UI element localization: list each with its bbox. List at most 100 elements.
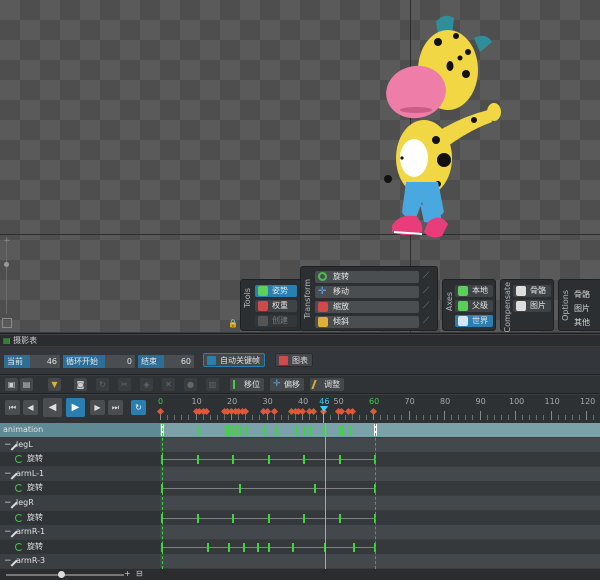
weights-tool-button[interactable]: 权重 [255, 300, 297, 312]
property-track-row[interactable]: 旋转 [0, 510, 600, 525]
rotate-field[interactable]: 旋转 [315, 271, 419, 283]
keyframe[interactable] [267, 513, 270, 523]
pose-tool-button[interactable]: 姿势 [255, 285, 297, 297]
track-name[interactable]: 旋转 [0, 481, 160, 496]
track-name[interactable]: − armR-1 [0, 525, 160, 540]
track-name[interactable]: − legL [0, 437, 160, 452]
track-lane[interactable] [160, 554, 600, 569]
keyframe[interactable] [342, 426, 345, 435]
stop-icon[interactable]: ● [184, 378, 197, 391]
keyframe[interactable] [196, 455, 199, 465]
summary-key-marker[interactable] [369, 407, 378, 416]
axes-parent-button[interactable]: 父级 [455, 300, 493, 312]
loop-start-input[interactable]: 0 [105, 355, 135, 368]
track-name[interactable]: 旋转 [0, 452, 160, 467]
shear-field[interactable]: 倾斜 [315, 316, 419, 328]
fit-view-icon[interactable] [2, 318, 12, 328]
keyframe[interactable] [232, 426, 234, 435]
create-tool-button[interactable]: 创建 [255, 315, 297, 327]
keyframe[interactable] [242, 542, 245, 552]
delete-key-icon[interactable]: ✕ [162, 378, 175, 391]
move-field[interactable]: ✛ 移动 [315, 286, 419, 298]
keyframe[interactable] [196, 513, 199, 523]
property-track-row[interactable]: 旋转 [0, 539, 600, 554]
compensate-bones-button[interactable]: 骨骼 [513, 285, 551, 297]
track-lane[interactable] [160, 510, 600, 525]
track-name[interactable]: − legR [0, 496, 160, 510]
last-frame-icon[interactable]: ⏭ [108, 400, 123, 415]
trash-icon[interactable]: ▥ [206, 378, 219, 391]
next-frame-icon[interactable]: ▶ [90, 400, 105, 415]
graph-button[interactable]: 图表 [275, 353, 313, 367]
track-name[interactable]: animation [0, 423, 160, 437]
track-name[interactable]: 旋转 [0, 510, 160, 525]
keyframe[interactable] [267, 542, 270, 552]
keyframe[interactable] [338, 513, 341, 523]
zoom-in-icon[interactable]: + [124, 569, 131, 578]
keyframe[interactable] [263, 426, 266, 435]
summary-key-marker[interactable] [156, 407, 165, 416]
keyframe[interactable] [352, 542, 355, 552]
keyframe[interactable] [349, 426, 352, 435]
keyframe[interactable] [338, 426, 341, 435]
lock-keys-icon[interactable]: ◙ [74, 378, 87, 391]
scale-field[interactable]: 缩放 [315, 301, 419, 313]
track-lane[interactable] [160, 423, 600, 437]
prev-frame-icon[interactable]: ◀ [23, 400, 38, 415]
timeline-zoom-track[interactable] [6, 574, 124, 576]
current-frame-input[interactable]: 46 [30, 355, 60, 368]
track-lane[interactable] [160, 525, 600, 540]
property-track-row[interactable]: 旋转 [0, 481, 600, 496]
bone-track-row[interactable]: − armR-3 [0, 554, 600, 569]
summary-key-marker[interactable] [309, 407, 317, 416]
keyframe[interactable] [232, 455, 234, 465]
keyframe[interactable] [303, 426, 305, 435]
paste-icon[interactable]: ◈ [140, 378, 153, 391]
keyframe[interactable] [235, 426, 238, 435]
keyframe[interactable] [239, 484, 242, 494]
keyframe[interactable] [232, 513, 234, 523]
summary-key-marker[interactable] [348, 407, 356, 416]
keyframe[interactable] [224, 426, 227, 435]
keyframe[interactable] [267, 455, 270, 465]
track-lane[interactable] [160, 452, 600, 467]
save-icon[interactable]: ▣ [5, 378, 18, 391]
keyframe[interactable] [207, 542, 210, 552]
timeline-ruler[interactable]: 0 10 20 30 40 46 50 60 70 80 90 100 110 120 [156, 395, 600, 423]
options-other-label[interactable]: 其他 [571, 316, 593, 329]
keyframe[interactable] [246, 426, 249, 435]
bone-track-row[interactable]: − armL-1 [0, 466, 600, 481]
rotate-shear-handle[interactable]: ⟋ [423, 271, 429, 281]
keyframe[interactable] [313, 484, 316, 494]
move-shear-handle[interactable]: ⟋ [423, 286, 429, 296]
bone-track-row[interactable]: − legR [0, 496, 600, 510]
bone-track-row[interactable]: − legL [0, 437, 600, 452]
summary-key-marker[interactable] [270, 407, 278, 416]
offset-button[interactable]: ✛ 偏移 [270, 378, 304, 391]
keyframe[interactable] [310, 426, 313, 435]
axes-world-button[interactable]: 世界 [455, 315, 493, 327]
keyframe[interactable] [295, 426, 298, 435]
keyframe[interactable] [228, 542, 231, 552]
animation-track-row[interactable]: animation [0, 423, 600, 437]
keyframe[interactable] [274, 426, 277, 435]
adjust-button[interactable]: 调整 [310, 378, 344, 391]
track-lane[interactable] [160, 539, 600, 554]
track-lane[interactable] [160, 466, 600, 481]
track-lane[interactable] [160, 481, 600, 496]
keyframe[interactable] [338, 455, 341, 465]
cycle-icon[interactable]: ↻ [96, 378, 109, 391]
keyframe[interactable] [256, 542, 259, 552]
compensate-images-button[interactable]: 图片 [513, 300, 551, 312]
shift-button[interactable]: 移位 [230, 378, 264, 391]
keyframe[interactable] [303, 513, 305, 523]
options-bones-label[interactable]: 骨骼 [571, 288, 593, 301]
keyframe[interactable] [239, 426, 242, 435]
keyframe[interactable] [196, 426, 199, 435]
scale-shear-handle[interactable]: ⟋ [423, 301, 429, 311]
track-name[interactable]: − armR-3 [0, 554, 160, 569]
keyframe[interactable] [292, 542, 295, 552]
property-track-row[interactable]: 旋转 [0, 452, 600, 467]
filter-icon[interactable]: ▼ [48, 378, 61, 391]
cut-icon[interactable]: ✂ [118, 378, 131, 391]
